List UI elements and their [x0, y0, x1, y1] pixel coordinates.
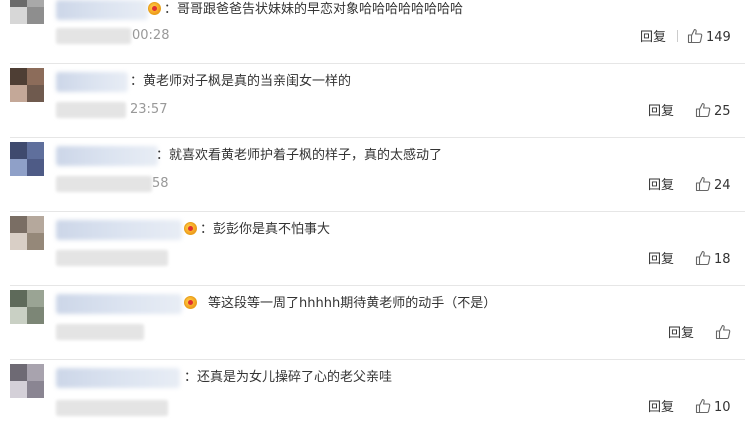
like-button[interactable]: 149 — [687, 28, 731, 45]
comment-actions: 回复 24 — [648, 176, 731, 196]
comment-item: ：黄老师对子枫是真的当亲闺女一样的 23:57 回复 25 — [10, 64, 745, 138]
comment-text: ：黄老师对子枫是真的当亲闺女一样的 — [130, 74, 352, 89]
like-button[interactable]: 10 — [695, 398, 731, 415]
comment-actions: 回复 10 — [648, 398, 731, 418]
comment-text: ：就喜欢看黄老师护着子枫的样子，真的太感动了 — [156, 148, 443, 163]
username[interactable] — [56, 0, 148, 20]
like-count: 18 — [714, 252, 731, 267]
timestamp-blurred — [56, 102, 126, 118]
crown-badge-icon — [184, 222, 197, 235]
username[interactable] — [56, 146, 158, 166]
divider — [677, 30, 679, 42]
comment-list: ：哥哥跟爸爸告状妹妹的早恋对象哈哈哈哈哈哈哈哈 00:28 回复 149 ：黄老师… — [0, 0, 755, 435]
like-count: 25 — [714, 104, 731, 119]
like-count: 10 — [714, 400, 731, 415]
avatar[interactable] — [10, 0, 44, 24]
crown-badge-icon — [148, 2, 161, 15]
comment-item: ：哥哥跟爸爸告状妹妹的早恋对象哈哈哈哈哈哈哈哈 00:28 回复 149 — [10, 0, 745, 64]
like-button[interactable]: 18 — [695, 250, 731, 267]
timestamp: 00:28 — [132, 28, 170, 43]
avatar[interactable] — [10, 216, 44, 250]
thumbs-up-icon — [715, 324, 731, 340]
like-button[interactable] — [715, 324, 734, 341]
reply-button[interactable]: 回复 — [668, 324, 694, 344]
divider — [685, 400, 686, 412]
comment-actions: 回复 — [668, 324, 734, 344]
thumbs-up-icon — [695, 398, 711, 414]
thumbs-up-icon — [687, 28, 703, 44]
timestamp-blurred — [56, 400, 168, 416]
username[interactable] — [56, 72, 128, 92]
comment-item: 等这段等一周了hhhhh期待黄老师的动手（不是） 回复 — [10, 286, 745, 360]
timestamp-blurred — [56, 250, 168, 266]
thumbs-up-icon — [695, 102, 711, 118]
comment-actions: 回复 18 — [648, 250, 731, 270]
timestamp-blurred — [56, 176, 152, 192]
timestamp-blurred — [56, 324, 144, 340]
comment-text: 等这段等一周了hhhhh期待黄老师的动手（不是） — [184, 292, 496, 316]
username[interactable] — [56, 220, 182, 240]
comment-text: ：彭彭你是真不怕事大 — [184, 218, 330, 242]
comment-actions: 回复 25 — [648, 102, 731, 122]
timestamp-blurred — [56, 28, 131, 44]
reply-button[interactable]: 回复 — [648, 102, 674, 122]
like-button[interactable]: 25 — [695, 102, 731, 119]
like-count: 149 — [706, 30, 731, 45]
comment-actions: 回复 149 — [640, 28, 731, 48]
avatar[interactable] — [10, 68, 44, 102]
username[interactable] — [56, 294, 182, 314]
crown-badge-icon — [184, 296, 197, 309]
reply-button[interactable]: 回复 — [648, 250, 674, 270]
avatar[interactable] — [10, 142, 44, 176]
comment-text: ：哥哥跟爸爸告状妹妹的早恋对象哈哈哈哈哈哈哈哈 — [148, 0, 463, 22]
thumbs-up-icon — [695, 250, 711, 266]
avatar[interactable] — [10, 290, 44, 324]
timestamp: 58 — [152, 176, 169, 191]
comment-text: ：还真是为女儿操碎了心的老父亲哇 — [184, 370, 393, 385]
like-count: 24 — [714, 178, 731, 193]
like-button[interactable]: 24 — [695, 176, 731, 193]
comment-item: ：彭彭你是真不怕事大 回复 18 — [10, 212, 745, 286]
comment-item: ：就喜欢看黄老师护着子枫的样子，真的太感动了 58 回复 24 — [10, 138, 745, 212]
divider — [685, 252, 686, 264]
username[interactable] — [56, 368, 180, 388]
divider — [685, 178, 686, 190]
divider — [705, 326, 706, 338]
reply-button[interactable]: 回复 — [640, 28, 666, 48]
avatar[interactable] — [10, 364, 44, 398]
divider — [685, 104, 686, 116]
thumbs-up-icon — [695, 176, 711, 192]
reply-button[interactable]: 回复 — [648, 176, 674, 196]
reply-button[interactable]: 回复 — [648, 398, 674, 418]
timestamp: 23:57 — [130, 102, 168, 117]
comment-item: ：还真是为女儿操碎了心的老父亲哇 回复 10 — [10, 360, 745, 434]
